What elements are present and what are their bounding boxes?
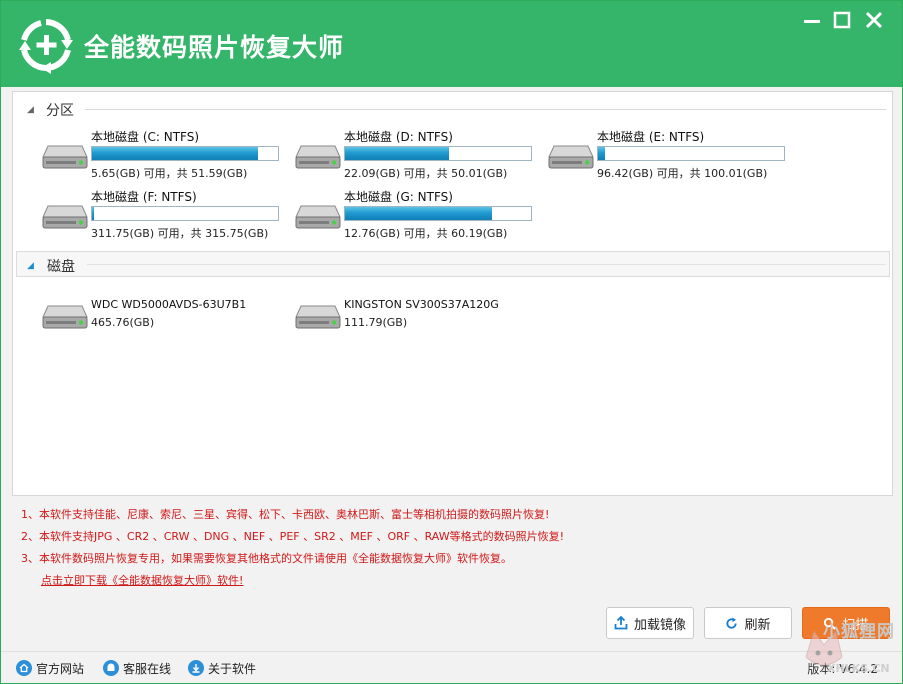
app-logo-icon: [19, 19, 73, 74]
usage-bar: [344, 206, 532, 221]
divider: [87, 264, 885, 265]
usage-bar-fill: [345, 147, 450, 160]
hard-drive-icon: [42, 145, 88, 169]
usage-bar: [344, 146, 532, 161]
disk-name: KINGSTON SV300S37A120G: [344, 298, 499, 311]
notes-area: 1、本软件支持佳能、尼康、索尼、三星、宾得、松下、卡西欧、奥林巴斯、富士等相机拍…: [21, 506, 564, 588]
customer-service-link[interactable]: 客服在线: [103, 656, 171, 680]
partition-info: 5.65(GB) 可用，共 51.59(GB): [91, 167, 248, 180]
partition-name: 本地磁盘 (C: NTFS): [91, 130, 200, 144]
divider: [85, 109, 886, 110]
usage-bar-fill: [92, 207, 94, 220]
partition-info: 12.76(GB) 可用，共 60.19(GB): [344, 227, 508, 240]
mount-image-button[interactable]: 加载镜像: [606, 607, 694, 639]
drive-panel: ◢ 分区 本地磁盘 (C: NTFS) 5.65(GB) 可用，共 51.59(…: [12, 91, 893, 496]
app-title: 全能数码照片恢复大师: [84, 33, 345, 62]
note-line: 3、本软件数码照片恢复专用，如果需要恢复其他格式的文件请使用《全能数据恢复大师》…: [21, 552, 512, 565]
hard-drive-icon: [42, 305, 88, 329]
partition-f[interactable]: 本地磁盘 (F: NTFS) 311.75(GB) 可用，共 315.75(GB…: [40, 188, 290, 244]
partition-name: 本地磁盘 (G: NTFS): [344, 190, 453, 204]
partition-info: 22.09(GB) 可用，共 50.01(GB): [344, 167, 508, 180]
partition-name: 本地磁盘 (F: NTFS): [91, 190, 197, 204]
disk-section-label: 磁盘: [47, 259, 75, 275]
refresh-label: 刷新: [744, 617, 771, 633]
disk-size: 465.76(GB): [91, 316, 155, 329]
partition-section-header[interactable]: ◢ 分区: [13, 96, 890, 122]
usage-bar: [597, 146, 785, 161]
partition-d[interactable]: 本地磁盘 (D: NTFS) 22.09(GB) 可用，共 50.01(GB): [293, 128, 543, 184]
home-icon: [16, 660, 32, 676]
disk-wdc[interactable]: WDC WD5000AVDS-63U7B1 465.76(GB): [40, 292, 290, 348]
title-bar[interactable]: 全能数码照片恢复大师: [1, 1, 902, 87]
usage-bar: [91, 206, 279, 221]
mount-image-label: 加载镜像: [633, 617, 686, 633]
disk-kingston[interactable]: KINGSTON SV300S37A120G 111.79(GB): [293, 292, 543, 348]
maximize-icon[interactable]: [831, 9, 853, 31]
refresh-button[interactable]: 刷新: [704, 607, 792, 639]
partition-name: 本地磁盘 (D: NTFS): [344, 130, 453, 144]
collapse-triangle-icon[interactable]: ◢: [27, 105, 34, 115]
upload-icon: [614, 616, 628, 630]
watermark-sub: XHLKS.CN: [827, 662, 890, 675]
disk-size: 111.79(GB): [344, 316, 408, 329]
disk-name: WDC WD5000AVDS-63U7B1: [91, 298, 247, 311]
partition-info: 96.42(GB) 可用，共 100.01(GB): [597, 167, 768, 180]
collapse-triangle-icon[interactable]: ◢: [27, 261, 34, 271]
partition-g[interactable]: 本地磁盘 (G: NTFS) 12.76(GB) 可用，共 60.19(GB): [293, 188, 543, 244]
official-website-label: 官方网站: [36, 661, 85, 676]
hard-drive-icon: [295, 145, 341, 169]
about-software-link[interactable]: 关于软件: [188, 656, 256, 680]
usage-bar-fill: [92, 147, 258, 160]
usage-bar-fill: [598, 147, 606, 160]
official-website-link[interactable]: 官方网站: [16, 656, 84, 680]
minimize-icon[interactable]: [801, 9, 823, 31]
disk-section-header[interactable]: ◢ 磁盘: [16, 251, 890, 277]
refresh-icon: [726, 616, 738, 629]
hard-drive-icon: [548, 145, 594, 169]
chat-icon: [103, 660, 119, 676]
info-icon: [188, 660, 204, 676]
close-icon[interactable]: [863, 9, 885, 31]
hard-drive-icon: [295, 205, 341, 229]
partition-name: 本地磁盘 (E: NTFS): [597, 130, 705, 144]
partition-e[interactable]: 本地磁盘 (E: NTFS) 96.42(GB) 可用，共 100.01(GB): [546, 128, 796, 184]
usage-bar-fill: [345, 207, 492, 220]
about-software-label: 关于软件: [208, 661, 257, 676]
hard-drive-icon: [42, 205, 88, 229]
partition-section-label: 分区: [46, 103, 74, 119]
download-link[interactable]: 点击立即下载《全能数据恢复大师》软件!: [41, 572, 564, 588]
partition-info: 311.75(GB) 可用，共 315.75(GB): [91, 227, 269, 240]
watermark-text: 小狐狸网: [823, 622, 895, 642]
status-bar: 官方网站 客服在线 关于软件 版本: V6.4.2: [1, 651, 902, 683]
note-line: 1、本软件支持佳能、尼康、索尼、三星、宾得、松下、卡西欧、奥林巴斯、富士等相机拍…: [21, 508, 550, 521]
note-line: 2、本软件支持JPG 、CR2 、CRW 、DNG 、NEF 、PEF 、SR2…: [21, 530, 565, 543]
partition-c[interactable]: 本地磁盘 (C: NTFS) 5.65(GB) 可用，共 51.59(GB): [40, 128, 290, 184]
app-window: 全能数码照片恢复大师 ◢ 分区 本地磁盘 (C: NTFS) 5.65(GB) …: [0, 0, 903, 684]
hard-drive-icon: [295, 305, 341, 329]
customer-service-label: 客服在线: [123, 661, 172, 676]
usage-bar: [91, 146, 279, 161]
